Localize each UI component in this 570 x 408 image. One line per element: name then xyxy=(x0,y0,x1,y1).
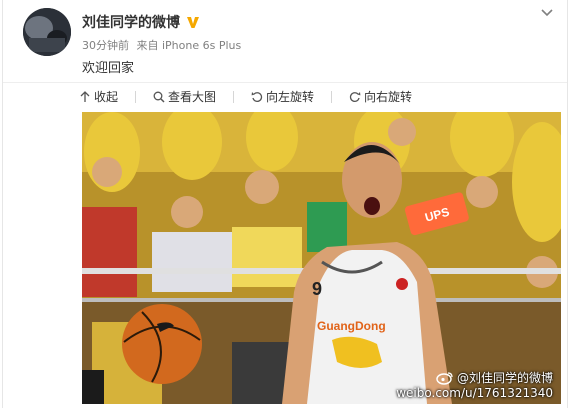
jersey-number: 9 xyxy=(312,279,322,299)
post-photo[interactable]: UPS 9 GuangDong @刘佳同学的微博 weibo.com/u/176… xyxy=(82,112,561,404)
view-large-button[interactable]: 查看大图 xyxy=(153,88,216,105)
watermark-name: @刘佳同学的微博 xyxy=(456,371,553,385)
image-toolbar: 收起 查看大图 向左旋转 向右旋转 xyxy=(3,82,567,110)
collapse-label: 收起 xyxy=(94,90,119,104)
image-watermark: @刘佳同学的微博 weibo.com/u/1761321340 xyxy=(396,369,553,400)
toolbar-divider xyxy=(331,90,333,103)
rotate-right-label: 向右旋转 xyxy=(364,90,413,104)
toolbar-divider xyxy=(135,90,137,103)
rotate-left-label: 向左旋转 xyxy=(266,90,315,104)
basketball xyxy=(122,304,202,384)
toolbar-divider xyxy=(233,90,235,103)
rotate-right-icon xyxy=(349,91,361,102)
rotate-left-button[interactable]: 向左旋转 xyxy=(251,88,314,105)
author-avatar[interactable] xyxy=(23,8,71,56)
watermark-url: weibo.com/u/1761321340 xyxy=(396,386,553,400)
arrow-up-icon xyxy=(80,90,90,102)
post-time[interactable]: 30分钟前 xyxy=(82,39,129,52)
post-meta: 30分钟前 来自 iPhone 6s Plus xyxy=(82,37,245,53)
post-source: 来自 iPhone 6s Plus xyxy=(136,39,242,52)
verified-badge-icon xyxy=(187,17,199,28)
author-name[interactable]: 刘佳同学的微博 xyxy=(82,12,180,32)
author-row: 刘佳同学的微博 xyxy=(82,12,200,32)
post-text: 欢迎回家 xyxy=(82,61,135,76)
basketball-photo-illustration: UPS 9 GuangDong xyxy=(82,112,561,404)
rotate-right-button[interactable]: 向右旋转 xyxy=(349,88,412,105)
collapse-button[interactable]: 收起 xyxy=(79,88,118,105)
rotate-left-icon xyxy=(251,91,263,102)
view-large-label: 查看大图 xyxy=(168,90,217,104)
search-icon xyxy=(153,91,165,103)
chevron-down-icon[interactable] xyxy=(539,6,555,20)
weibo-logo-icon xyxy=(436,371,453,385)
weibo-post-card: 刘佳同学的微博 30分钟前 来自 iPhone 6s Plus 欢迎回家 收起 … xyxy=(2,0,568,408)
jersey-team: GuangDong xyxy=(317,319,386,333)
